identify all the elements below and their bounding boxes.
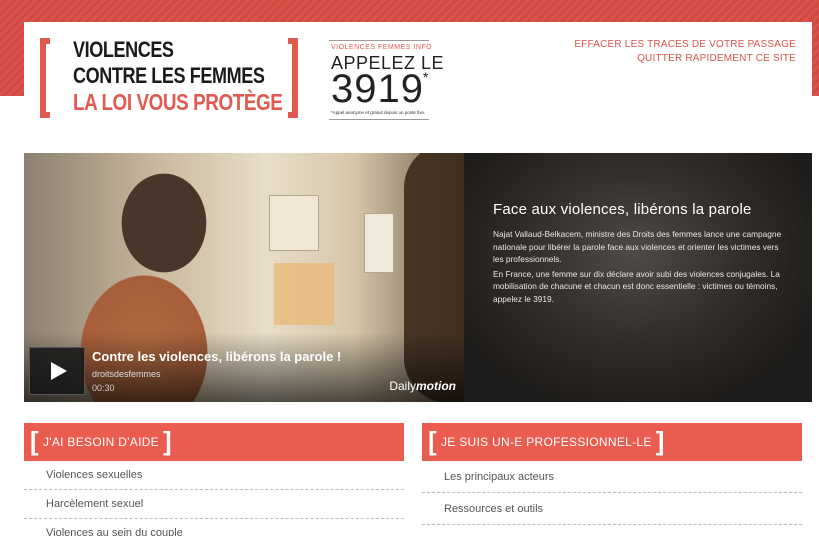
help-link-item[interactable]: Harcèlement sexuel xyxy=(24,490,404,519)
pro-section-header[interactable]: [ JE SUIS UN-E PROFESSIONNEL-LE ] xyxy=(422,423,802,461)
logo-line-3: LA LOI VOUS PROTÈGE xyxy=(73,89,283,115)
help-section: [ J'AI BESOIN D'AIDE ] Violences sexuell… xyxy=(24,423,404,536)
play-icon xyxy=(51,362,67,380)
quit-site-link[interactable]: QUITTER RAPIDEMENT CE SITE xyxy=(574,52,796,66)
video-owner[interactable]: droitsdesfemmes xyxy=(92,369,161,379)
hotline-label: VIOLENCES FEMMES INFO xyxy=(331,44,433,51)
bracket-open: [ xyxy=(30,425,39,456)
quick-exit-links: EFFACER LES TRACES DE VOTRE PASSAGE QUIT… xyxy=(574,38,796,66)
feature-paragraph: Najat Vallaud-Belkacem, ministre des Dro… xyxy=(493,229,782,264)
hotline-number: 3919 xyxy=(331,67,424,111)
page-container: VIOLENCES CONTRE LES FEMMES LA LOI VOUS … xyxy=(24,22,812,536)
pro-section: [ JE SUIS UN-E PROFESSIONNEL-LE ] Les pr… xyxy=(422,423,802,525)
video-frame-decor xyxy=(274,263,334,325)
help-link-item[interactable]: Violences sexuelles xyxy=(24,461,404,490)
feature-panel: Face aux violences, libérons la parole N… xyxy=(464,153,812,402)
play-button[interactable] xyxy=(29,347,85,395)
brand-suffix: motion xyxy=(416,379,456,393)
bracket-close: ] xyxy=(655,425,665,456)
feature-paragraph: En France, une femme sur dix déclare avo… xyxy=(493,268,780,304)
video-duration: 00:30 xyxy=(92,383,115,393)
logo-bracket-right xyxy=(288,38,298,118)
help-section-title: J'AI BESOIN D'AIDE xyxy=(42,435,159,449)
help-links-list: Violences sexuelles Harcèlement sexuel V… xyxy=(24,461,404,536)
logo-line-1: VIOLENCES xyxy=(73,37,174,62)
help-link-item[interactable]: Violences au sein du couple xyxy=(24,519,404,536)
logo-bracket-left xyxy=(40,38,50,118)
feature-title: Face aux violences, libérons la parole xyxy=(493,201,752,218)
pro-link-item[interactable]: Les principaux acteurs xyxy=(422,461,802,493)
video-frame-decor xyxy=(269,195,319,251)
video-title[interactable]: Contre les violences, libérons la parole… xyxy=(92,349,341,364)
hotline-footnote: *Appel anonyme et gratuit depuis un post… xyxy=(331,110,426,115)
hotline-block: VIOLENCES FEMMES INFO APPELEZ LE 3919 * … xyxy=(329,40,444,120)
brand-prefix: Daily xyxy=(389,379,416,393)
video-frame-decor xyxy=(364,213,394,273)
help-section-header[interactable]: [ J'AI BESOIN D'AIDE ] xyxy=(24,423,404,461)
dailymotion-logo[interactable]: Dailymotion xyxy=(389,379,456,393)
video-player[interactable]: Contre les violences, libérons la parole… xyxy=(24,153,464,402)
bracket-open: [ xyxy=(428,425,437,456)
pro-section-title: JE SUIS UN-E PROFESSIONNEL-LE xyxy=(440,435,652,449)
logo-line-2: CONTRE LES FEMMES xyxy=(73,63,265,88)
pro-links-list: Les principaux acteurs Ressources et out… xyxy=(422,461,802,525)
site-logo[interactable]: VIOLENCES CONTRE LES FEMMES LA LOI VOUS … xyxy=(40,37,298,122)
erase-traces-link[interactable]: EFFACER LES TRACES DE VOTRE PASSAGE xyxy=(574,38,796,52)
hotline-asterisk: * xyxy=(423,69,429,85)
bracket-close: ] xyxy=(162,425,172,456)
pro-link-item[interactable]: Ressources et outils xyxy=(422,493,802,525)
